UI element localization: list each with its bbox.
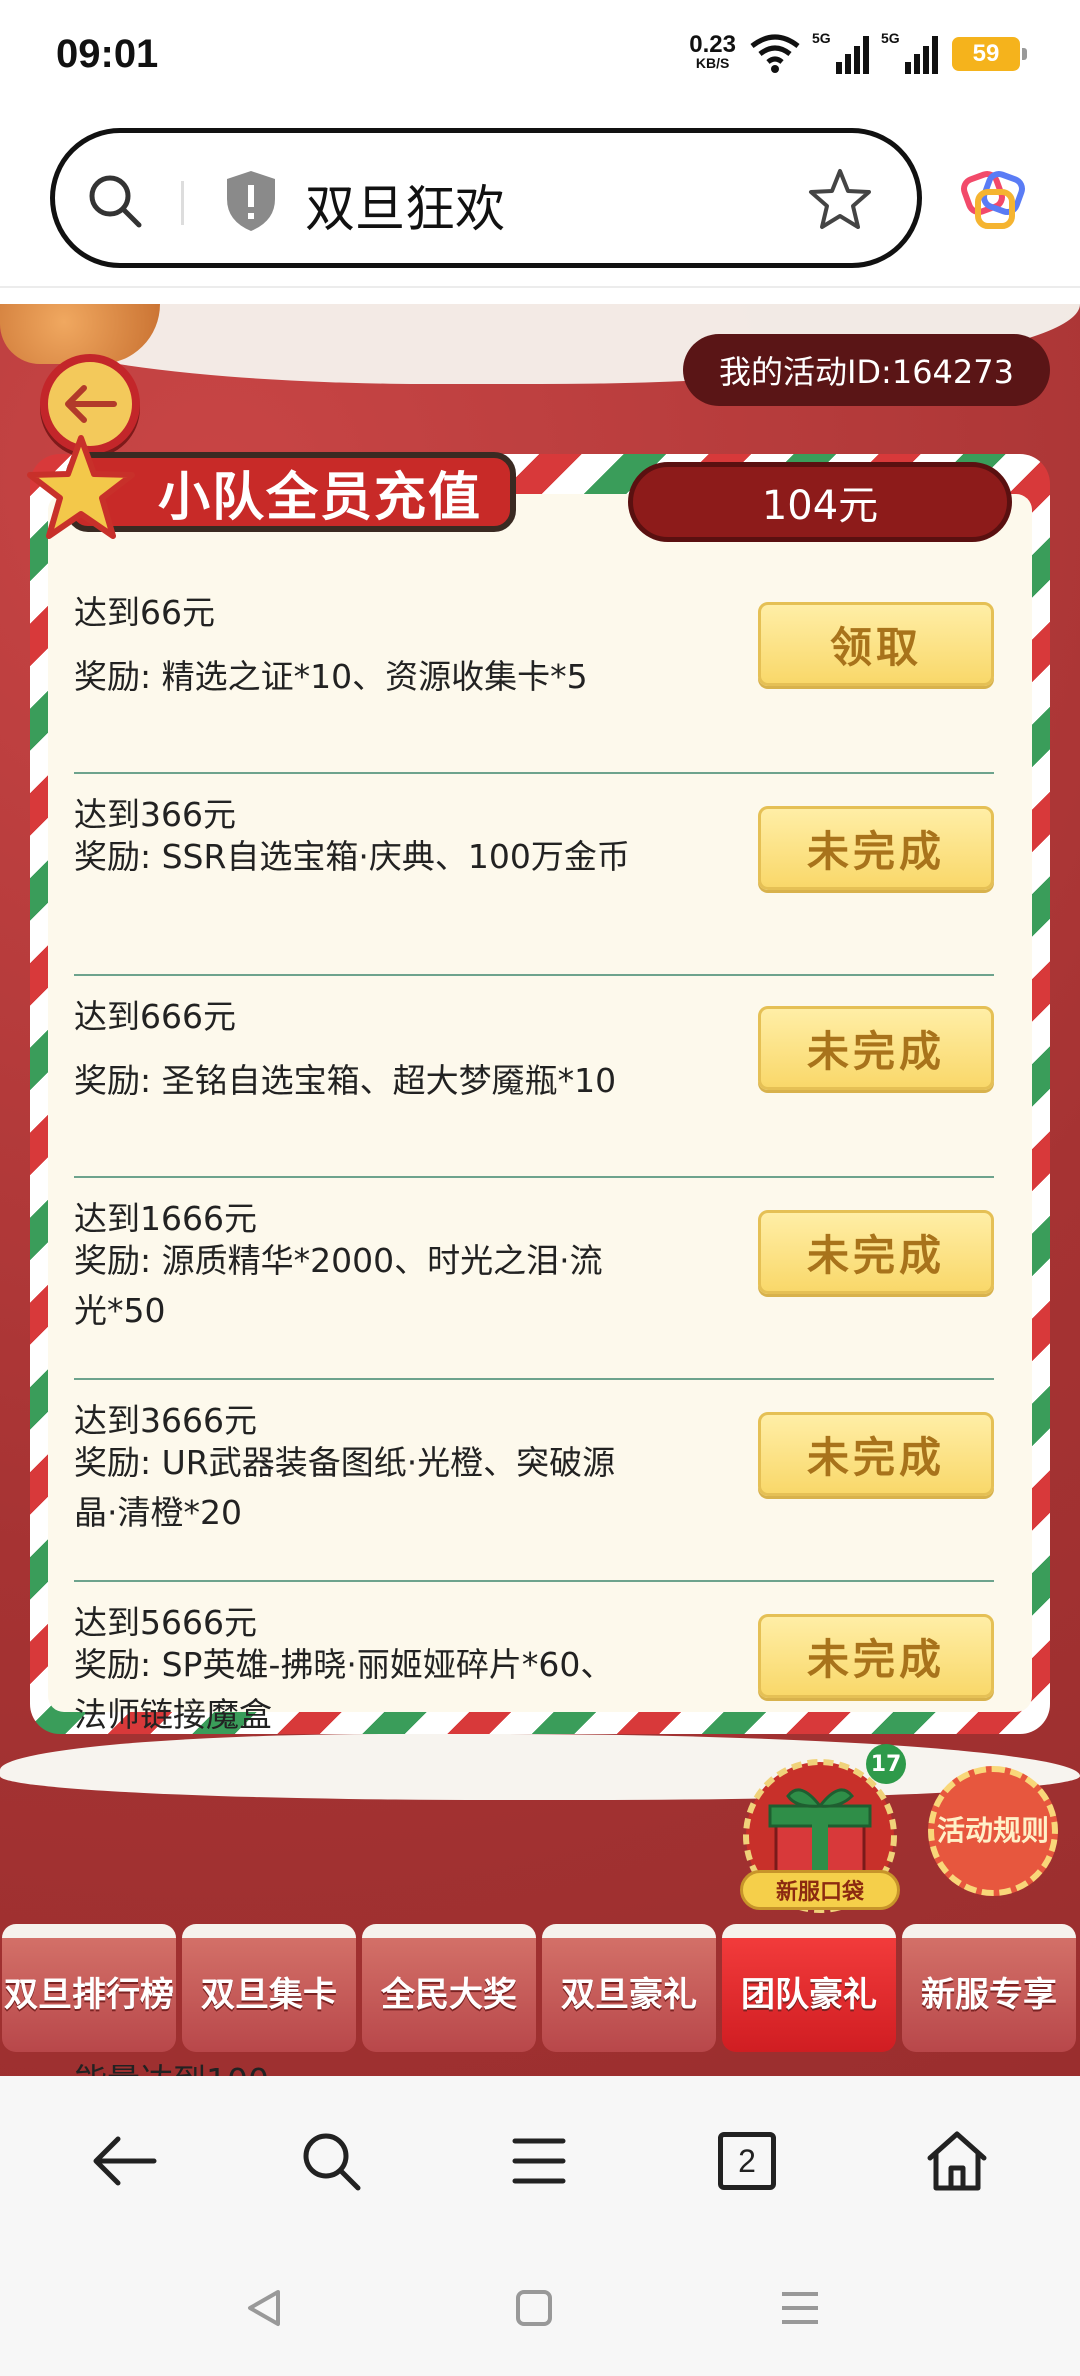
status-icons: 0.23 KB/S 5G 5G 59	[689, 30, 1027, 74]
tab-ranking[interactable]: 双旦排行榜	[2, 1924, 176, 2052]
next-section-peek: 能量达到100	[74, 2054, 269, 2076]
signal-icon-2: 5G	[881, 30, 938, 74]
task-row: 达到3666元 奖励: UR武器装备图纸·光橙、突破源晶·清橙*20 未完成	[74, 1380, 994, 1582]
system-recents-icon[interactable]	[778, 2288, 822, 2328]
task-reward: 奖励: SSR自选宝箱·庆典、100万金币	[74, 837, 630, 876]
task-title: 达到1666元	[74, 1199, 257, 1238]
star-icon	[27, 435, 135, 539]
search-icon	[303, 2133, 361, 2191]
address-text: 双旦狂欢	[305, 180, 505, 238]
task-row: 达到66元 奖励: 精选之证*10、资源收集卡*5 领取	[74, 572, 994, 774]
task-reward: 奖励: SP英雄-拂晓·丽姬娅碎片*60、法师链接魔盒	[74, 1645, 614, 1734]
status-time: 09:01	[56, 32, 159, 76]
battery-icon: 59	[952, 37, 1027, 71]
tab-grand-prize[interactable]: 全民大奖	[362, 1924, 536, 2052]
search-icon	[89, 175, 142, 228]
bookmark-star-icon[interactable]	[807, 167, 873, 233]
home-icon	[927, 2131, 987, 2191]
network-speed: 0.23 KB/S	[689, 31, 736, 72]
task-row: 达到366元 奖励: SSR自选宝箱·庆典、100万金币 未完成	[74, 774, 994, 976]
address-divider	[181, 181, 184, 225]
event-page: 我的活动ID:164273 小队全员充值 104元 达到66元 奖励: 精选之证…	[0, 304, 1080, 2076]
tab-new-server[interactable]: 新服专享	[902, 1924, 1076, 2052]
status-bar: 09:01 0.23 KB/S 5G 5G 59	[0, 0, 1080, 118]
address-bar[interactable]: 双旦狂欢	[50, 128, 922, 268]
shield-warning-icon[interactable]	[223, 169, 279, 233]
browser-toolbar: 双旦狂欢	[0, 118, 1080, 288]
task-title: 达到366元	[74, 795, 236, 834]
browser-bottom-nav: 2	[0, 2076, 1080, 2246]
claim-button[interactable]: 领取	[758, 602, 994, 686]
task-reward: 奖励: 圣铭自选宝箱、超大梦魇瓶*10	[74, 1061, 617, 1100]
gift-count-badge: 17	[866, 1744, 906, 1784]
system-back-icon[interactable]	[244, 2288, 284, 2328]
task-title: 达到666元	[74, 997, 236, 1036]
activity-id-badge: 我的活动ID:164273	[682, 334, 1050, 406]
task-row: 达到666元 奖励: 圣铭自选宝箱、超大梦魇瓶*10 未完成	[74, 976, 994, 1178]
task-title: 达到66元	[74, 593, 215, 632]
tab-team-gifts[interactable]: 团队豪礼	[722, 1924, 896, 2052]
home-nav-button[interactable]	[922, 2126, 992, 2196]
back-nav-button[interactable]	[88, 2126, 158, 2196]
wifi-icon	[750, 34, 800, 73]
arrow-left-icon	[93, 2136, 157, 2186]
tab-holiday-gifts[interactable]: 双旦豪礼	[542, 1924, 716, 2052]
browser-logo-icon[interactable]	[960, 162, 1030, 232]
tab-count: 2	[718, 2132, 776, 2190]
system-home-icon[interactable]	[514, 2288, 554, 2328]
task-row: 达到1666元 奖励: 源质精华*2000、时光之泪·流光*50 未完成	[74, 1178, 994, 1380]
incomplete-button[interactable]: 未完成	[758, 1614, 994, 1698]
task-list: 达到66元 奖励: 精选之证*10、资源收集卡*5 领取 达到366元 奖励: …	[74, 572, 994, 1784]
incomplete-button[interactable]: 未完成	[758, 1412, 994, 1496]
incomplete-button[interactable]: 未完成	[758, 806, 994, 890]
current-amount: 104元	[628, 462, 1012, 542]
incomplete-button[interactable]: 未完成	[758, 1210, 994, 1294]
search-nav-button[interactable]	[296, 2126, 366, 2196]
gift-label[interactable]: 新服口袋	[740, 1870, 900, 1910]
task-title: 达到5666元	[74, 1603, 257, 1642]
event-tabs: 双旦排行榜 双旦集卡 全民大奖 双旦豪礼 团队豪礼 新服专享	[0, 1924, 1080, 2054]
system-navigation-bar	[0, 2246, 1080, 2376]
task-title: 达到3666元	[74, 1401, 257, 1440]
menu-icon	[512, 2138, 566, 2184]
tabs-nav-button[interactable]: 2	[712, 2126, 782, 2196]
section-title-ribbon: 小队全员充值	[26, 434, 526, 544]
activity-rules-button[interactable]: 活动规则	[928, 1766, 1058, 1896]
task-reward: 奖励: UR武器装备图纸·光橙、突破源晶·清橙*20	[74, 1443, 616, 1532]
menu-nav-button[interactable]	[504, 2126, 574, 2196]
tab-card-collection[interactable]: 双旦集卡	[182, 1924, 356, 2052]
incomplete-button[interactable]: 未完成	[758, 1006, 994, 1090]
signal-icon-1: 5G	[812, 30, 869, 74]
task-reward: 奖励: 精选之证*10、资源收集卡*5	[74, 657, 588, 696]
arrow-left-icon	[65, 385, 117, 423]
task-reward: 奖励: 源质精华*2000、时光之泪·流光*50	[74, 1241, 603, 1330]
